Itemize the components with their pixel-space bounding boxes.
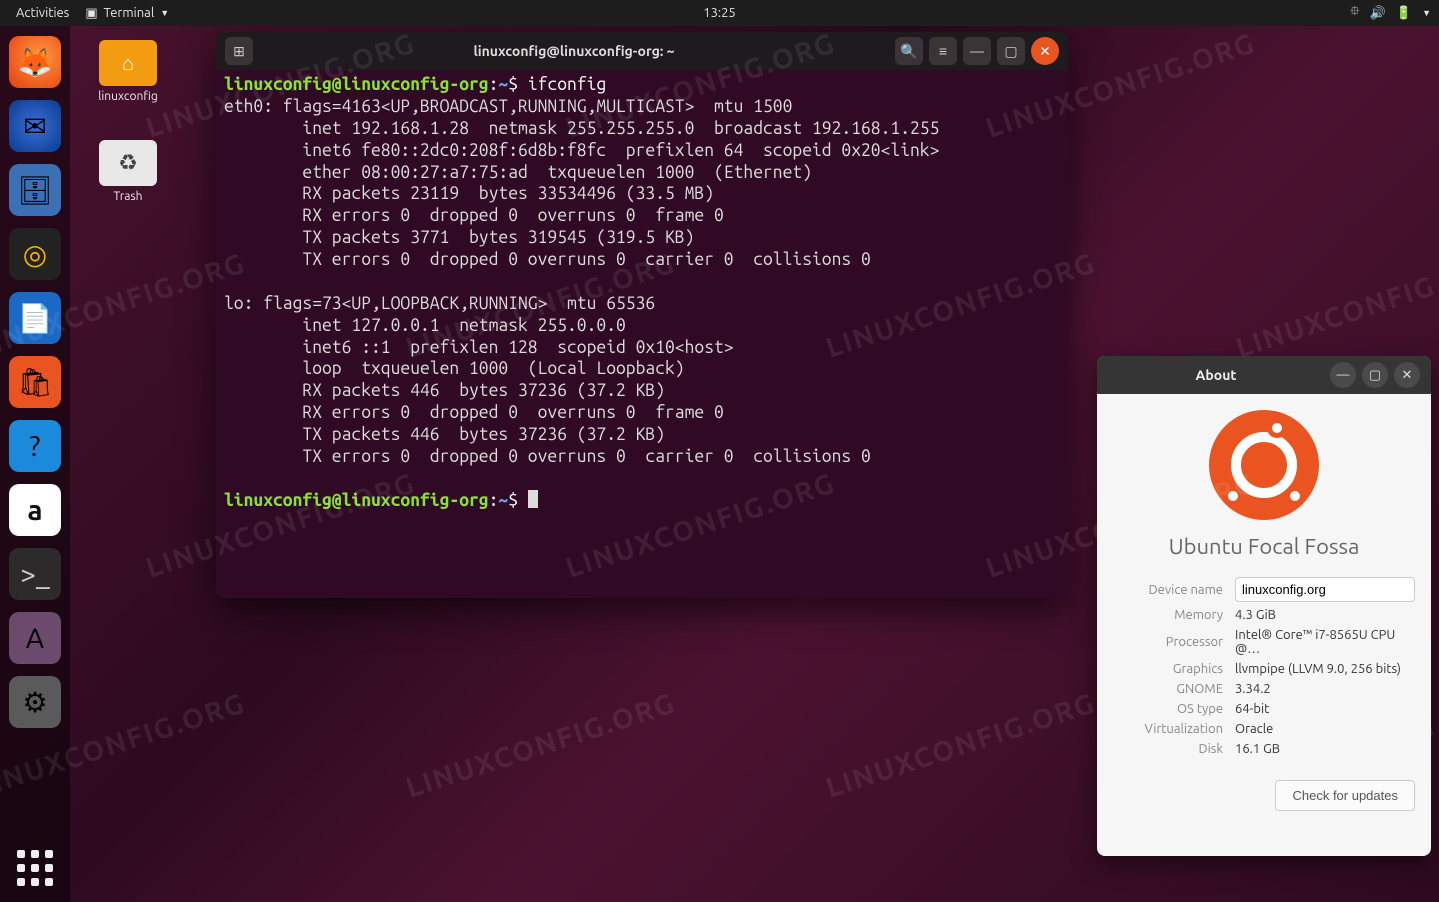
maximize-button[interactable]: ▢ bbox=[997, 37, 1025, 65]
volume-icon[interactable]: 🔊 bbox=[1370, 6, 1386, 21]
check-updates-button[interactable]: Check for updates bbox=[1275, 780, 1415, 811]
rhythmbox-icon[interactable]: ◎ bbox=[9, 228, 61, 280]
activities-button[interactable]: Activities bbox=[8, 6, 77, 20]
network-icon[interactable]: ⯐ bbox=[1350, 2, 1360, 24]
label-ostype: OS type bbox=[1113, 702, 1223, 716]
settings-icon[interactable]: ⚙ bbox=[9, 676, 61, 728]
value-disk: 16.1 GB bbox=[1235, 742, 1415, 756]
libreoffice-writer-icon[interactable]: 📄 bbox=[9, 292, 61, 344]
label-virtualization: Virtualization bbox=[1113, 722, 1223, 736]
amazon-icon[interactable]: a bbox=[9, 484, 61, 536]
label-device-name: Device name bbox=[1113, 583, 1223, 597]
help-icon[interactable]: ? bbox=[9, 420, 61, 472]
value-memory: 4.3 GiB bbox=[1235, 608, 1415, 622]
close-button[interactable]: ✕ bbox=[1394, 362, 1420, 388]
terminal-indicator-icon: ▣ bbox=[85, 6, 97, 21]
about-title: About bbox=[1105, 367, 1327, 383]
terminal-output: eth0: flags=4163<UP,BROADCAST,RUNNING,MU… bbox=[224, 97, 939, 466]
new-tab-button[interactable]: ⊞ bbox=[225, 37, 253, 65]
files-icon[interactable]: 🗄 bbox=[9, 164, 61, 216]
label-processor: Processor bbox=[1113, 635, 1223, 649]
trash-icon: ♻ bbox=[99, 140, 157, 186]
terminal-cursor bbox=[528, 490, 538, 508]
device-name-input[interactable] bbox=[1235, 577, 1415, 602]
terminal-icon[interactable]: >_ bbox=[9, 548, 61, 600]
about-titlebar[interactable]: About — ▢ ✕ bbox=[1097, 356, 1431, 394]
desktop-folder-linuxconfig[interactable]: ⌂ linuxconfig bbox=[88, 40, 168, 103]
terminal-titlebar[interactable]: ⊞ linuxconfig@linuxconfig-org: ~ 🔍 ≡ — ▢… bbox=[216, 32, 1068, 70]
value-graphics: llvmpipe (LLVM 9.0, 256 bits) bbox=[1235, 662, 1415, 676]
terminal-title: linuxconfig@linuxconfig-org: ~ bbox=[256, 43, 892, 59]
terminal-window: ⊞ linuxconfig@linuxconfig-org: ~ 🔍 ≡ — ▢… bbox=[216, 32, 1068, 598]
chevron-down-icon: ▼ bbox=[1422, 8, 1431, 18]
folder-icon: ⌂ bbox=[99, 40, 157, 86]
app-menu[interactable]: ▣ Terminal ▼ bbox=[77, 6, 177, 21]
desktop-trash[interactable]: ♻ Trash bbox=[88, 140, 168, 203]
close-button[interactable]: ✕ bbox=[1031, 37, 1059, 65]
about-info-grid: Device name Memory 4.3 GiB Processor Int… bbox=[1113, 577, 1415, 756]
value-gnome: 3.34.2 bbox=[1235, 682, 1415, 696]
battery-icon[interactable]: 🔋 bbox=[1396, 6, 1412, 21]
clock[interactable]: 13:25 bbox=[703, 6, 736, 20]
about-heading: Ubuntu Focal Fossa bbox=[1169, 534, 1360, 559]
value-processor: Intel® Core™ i7-8565U CPU @… bbox=[1235, 628, 1415, 656]
top-panel: Activities ▣ Terminal ▼ 13:25 ⯐ 🔊 🔋 ▼ bbox=[0, 0, 1439, 26]
label-graphics: Graphics bbox=[1113, 662, 1223, 676]
maximize-button[interactable]: ▢ bbox=[1362, 362, 1388, 388]
value-virtualization: Oracle bbox=[1235, 722, 1415, 736]
thunderbird-icon[interactable]: ✉ bbox=[9, 100, 61, 152]
label-memory: Memory bbox=[1113, 608, 1223, 622]
about-window: About — ▢ ✕ Ubuntu Focal Fossa Device na… bbox=[1097, 356, 1431, 856]
desktop-folder-label: linuxconfig bbox=[88, 90, 168, 103]
chevron-down-icon: ▼ bbox=[160, 8, 169, 18]
show-applications-icon[interactable] bbox=[15, 848, 55, 888]
hamburger-menu-icon[interactable]: ≡ bbox=[929, 37, 957, 65]
label-gnome: GNOME bbox=[1113, 682, 1223, 696]
label-disk: Disk bbox=[1113, 742, 1223, 756]
dock: 🦊 ✉ 🗄 ◎ 📄 🛍 ? a >_ A ⚙ bbox=[0, 26, 70, 902]
search-icon[interactable]: 🔍 bbox=[895, 37, 923, 65]
minimize-button[interactable]: — bbox=[963, 37, 991, 65]
desktop-trash-label: Trash bbox=[88, 190, 168, 203]
ubuntu-logo-icon bbox=[1209, 410, 1319, 520]
software-sources-icon[interactable]: A bbox=[9, 612, 61, 664]
terminal-body[interactable]: linuxconfig@linuxconfig-org:~$ ifconfig … bbox=[216, 70, 1068, 598]
firefox-icon[interactable]: 🦊 bbox=[9, 36, 61, 88]
app-menu-label: Terminal bbox=[104, 6, 155, 20]
minimize-button[interactable]: — bbox=[1330, 362, 1356, 388]
value-ostype: 64-bit bbox=[1235, 702, 1415, 716]
system-tray[interactable]: ⯐ 🔊 🔋 ▼ bbox=[1350, 2, 1431, 24]
ubuntu-software-icon[interactable]: 🛍 bbox=[9, 356, 61, 408]
